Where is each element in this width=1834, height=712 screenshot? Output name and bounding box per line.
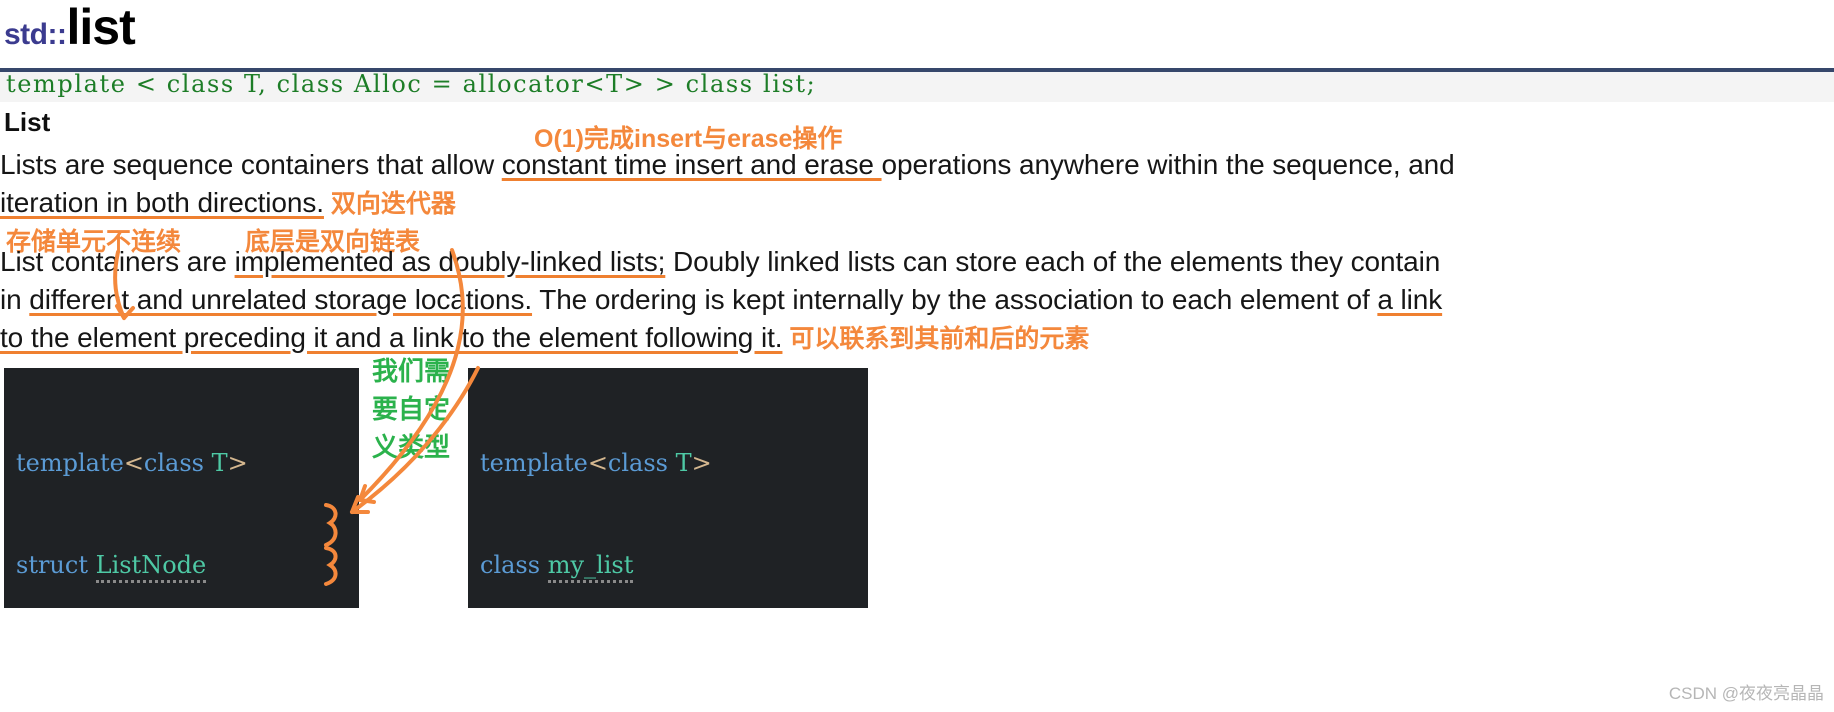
code-token-class: class [607, 449, 668, 477]
par2-seg-a: List containers are [0, 246, 235, 277]
code-block-listnode: template<class T> struct ListNode { T _d… [4, 368, 359, 608]
par2-highlight-link: a link [1377, 284, 1443, 315]
code-token-anglebracket-open: < [123, 449, 144, 477]
code-token-listnode-name: ListNode [95, 551, 207, 583]
code-token-anglebracket-open: < [587, 449, 608, 477]
par2-seg-c: Doubly linked lists can store each of th… [665, 246, 1441, 277]
code-line: template<class T> [4, 446, 359, 480]
code-token-typeparam: T [667, 449, 692, 477]
par1-highlight-iteration: iteration in both directions. [0, 187, 324, 218]
par2-highlight-storage: different and unrelated storage location… [29, 284, 533, 315]
par1-seg-a: Lists are sequence containers that allow [0, 149, 502, 180]
code-token-class: class [480, 551, 541, 579]
title-namespace: std:: [4, 18, 67, 51]
par1-highlight-constant-time: constant time insert and erase [501, 149, 882, 180]
annotation-custom-type-line-2: 要自定 [372, 394, 451, 424]
watermark: CSDN @夜夜亮晶晶 [1668, 684, 1824, 703]
par2-seg-f: The ordering is kept internally by the a… [532, 284, 1378, 315]
code-token-template: template [480, 449, 588, 477]
template-signature: template < class T, class Alloc = alloca… [6, 70, 817, 98]
annotation-custom-type-line-1: 我们需 [372, 356, 451, 386]
code-block-mylist: template<class T> class my_list { typede… [468, 368, 868, 608]
code-token-mylist-name: my_list [547, 551, 634, 583]
code-token-anglebracket-close: > [691, 449, 712, 477]
section-heading: List [4, 107, 51, 137]
par2-highlight-implemented: implemented as doubly-linked lists; [234, 246, 666, 277]
code-line: template<class T> [468, 446, 868, 480]
par2-seg-d: in [0, 284, 30, 315]
code-line: class my_list [468, 548, 868, 583]
annotation-bidirectional-iterator: 双向迭代器 [323, 190, 456, 218]
annotation-custom-type: 我们需 要自定 义类型 [372, 352, 462, 466]
par1-seg-c: operations anywhere within the sequence,… [881, 149, 1455, 180]
annotation-link-relationship: 可以联系到其前和后的元素 [782, 325, 1090, 353]
code-token-struct: struct [16, 551, 88, 579]
page-title: std:: list [4, 0, 136, 55]
paragraph-definition: Lists are sequence containers that allow… [0, 146, 1834, 223]
title-name: list [66, 0, 135, 55]
annotation-custom-type-line-3: 义类型 [372, 432, 451, 462]
code-token-typeparam: T [203, 449, 228, 477]
arrow-linked-list-head [358, 484, 376, 504]
code-token-class: class [143, 449, 204, 477]
paragraph-implementation: List containers are implemented as doubl… [0, 243, 1834, 358]
code-token-template: template [16, 449, 124, 477]
code-token-anglebracket-close: > [227, 449, 248, 477]
code-line: struct ListNode [4, 548, 359, 583]
par2-highlight-preceding: to the element preceding it and a link t… [0, 322, 783, 353]
